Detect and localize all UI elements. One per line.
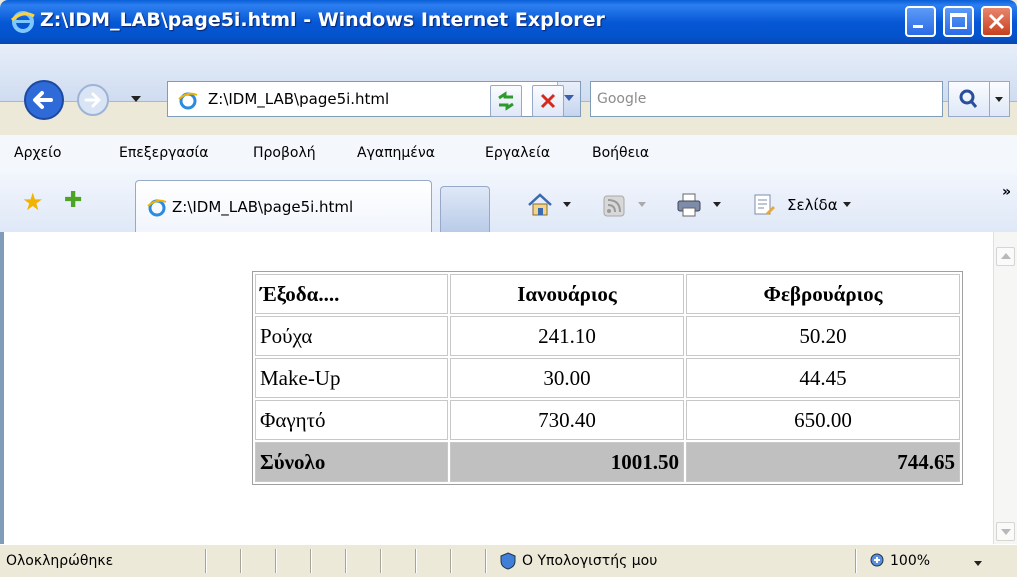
feeds-dropdown[interactable] <box>638 202 646 207</box>
print-icon[interactable] <box>675 192 703 218</box>
row-label: Φαγητό <box>255 400 448 440</box>
home-dropdown[interactable] <box>563 202 571 207</box>
tab-label: Z:\IDM_LAB\page5i.html <box>172 198 354 216</box>
table-header-row: Έξοδα.... Ιανουάριος Φεβρουάριος <box>255 274 960 314</box>
add-favorites-icon[interactable]: ✚ <box>64 188 82 213</box>
row-label: Make-Up <box>255 358 448 398</box>
security-zone[interactable]: Ο Υπολογιστής μου <box>522 553 657 569</box>
status-divider <box>415 549 416 573</box>
title-bar: Z:\IDM_LAB\page5i.html - Windows Interne… <box>0 0 1017 44</box>
scroll-down-button[interactable] <box>996 522 1015 541</box>
table-row: Ρούχα 241.10 50.20 <box>255 316 960 356</box>
status-divider <box>205 549 206 573</box>
page-menu-icon[interactable] <box>752 193 776 217</box>
february-value: 44.45 <box>686 358 960 398</box>
search-options-dropdown[interactable] <box>990 81 1010 117</box>
stop-icon <box>540 93 556 109</box>
header-january: Ιανουάριος <box>450 274 684 314</box>
refresh-button[interactable] <box>490 85 522 117</box>
tab-page5i[interactable]: Z:\IDM_LAB\page5i.html <box>135 180 432 232</box>
print-dropdown[interactable] <box>713 202 721 207</box>
address-url: Z:\IDM_LAB\page5i.html <box>208 90 390 108</box>
status-divider <box>855 549 856 573</box>
status-divider <box>310 549 311 573</box>
status-text: Ολοκληρώθηκε <box>6 553 114 569</box>
total-label: Σύνολο <box>255 442 448 482</box>
minimize-button[interactable] <box>905 6 936 37</box>
toolbar-overflow-icon[interactable]: » <box>1002 184 1011 200</box>
header-category: Έξοδα.... <box>255 274 448 314</box>
ie-logo-icon <box>10 11 35 33</box>
status-divider <box>380 549 381 573</box>
scroll-up-button[interactable] <box>996 247 1015 266</box>
zoom-level[interactable]: 100% <box>890 553 930 569</box>
menu-edit[interactable]: Επεξεργασία <box>119 145 208 161</box>
row-label: Ρούχα <box>255 316 448 356</box>
page-dropdown[interactable] <box>843 202 851 207</box>
forward-button[interactable] <box>76 83 111 118</box>
recent-pages-dropdown[interactable] <box>131 96 141 102</box>
total-january: 1001.50 <box>450 442 684 482</box>
status-divider <box>450 549 451 573</box>
january-value: 241.10 <box>450 316 684 356</box>
menu-bar: Αρχείο Επεξεργασία Προβολή Αγαπημένα Εργ… <box>0 135 1017 173</box>
search-input[interactable]: Google <box>590 81 943 117</box>
close-button[interactable] <box>981 6 1012 37</box>
favorites-star-icon[interactable]: ★ <box>22 188 44 216</box>
search-button[interactable] <box>948 81 990 117</box>
feeds-icon[interactable] <box>603 195 625 217</box>
table-row: Φαγητό 730.40 650.00 <box>255 400 960 440</box>
tab-ie-icon <box>147 199 167 217</box>
vertical-scrollbar[interactable] <box>993 232 1017 544</box>
january-value: 730.40 <box>450 400 684 440</box>
february-value: 650.00 <box>686 400 960 440</box>
stop-button[interactable] <box>532 85 564 117</box>
back-button[interactable] <box>23 79 65 121</box>
zoom-dropdown[interactable] <box>974 561 982 566</box>
header-february: Φεβρουάριος <box>686 274 960 314</box>
new-tab-button[interactable] <box>440 186 490 232</box>
zoom-icon <box>870 553 884 567</box>
menu-help[interactable]: Βοήθεια <box>592 145 649 161</box>
status-divider <box>345 549 346 573</box>
home-icon[interactable] <box>526 192 554 218</box>
status-divider <box>240 549 241 573</box>
menu-tools[interactable]: Εργαλεία <box>485 145 550 161</box>
search-placeholder: Google <box>597 91 647 107</box>
expenses-table: Έξοδα.... Ιανουάριος Φεβρουάριος Ρούχα 2… <box>252 271 963 485</box>
refresh-icon <box>498 91 514 111</box>
status-divider <box>275 549 276 573</box>
magnifier-icon <box>959 89 978 108</box>
table-row: Make-Up 30.00 44.45 <box>255 358 960 398</box>
january-value: 30.00 <box>450 358 684 398</box>
maximize-icon <box>950 13 967 29</box>
close-icon <box>988 13 1005 30</box>
menu-view[interactable]: Προβολή <box>253 145 316 161</box>
status-divider <box>485 549 486 573</box>
menu-file[interactable]: Αρχείο <box>14 145 61 161</box>
minimize-icon <box>913 25 923 28</box>
total-february: 744.65 <box>686 442 960 482</box>
window-title: Z:\IDM_LAB\page5i.html - Windows Interne… <box>40 9 605 31</box>
page-menu-label[interactable]: Σελίδα <box>787 196 838 214</box>
february-value: 50.20 <box>686 316 960 356</box>
page-icon <box>178 92 198 110</box>
total-row: Σύνολο 1001.50 744.65 <box>255 442 960 482</box>
maximize-button[interactable] <box>943 6 974 37</box>
my-computer-icon <box>500 552 516 570</box>
status-bar: Ολοκληρώθηκε Ο Υπολογιστής μου 100% <box>0 544 1017 577</box>
menu-favorites[interactable]: Αγαπημένα <box>357 145 435 161</box>
